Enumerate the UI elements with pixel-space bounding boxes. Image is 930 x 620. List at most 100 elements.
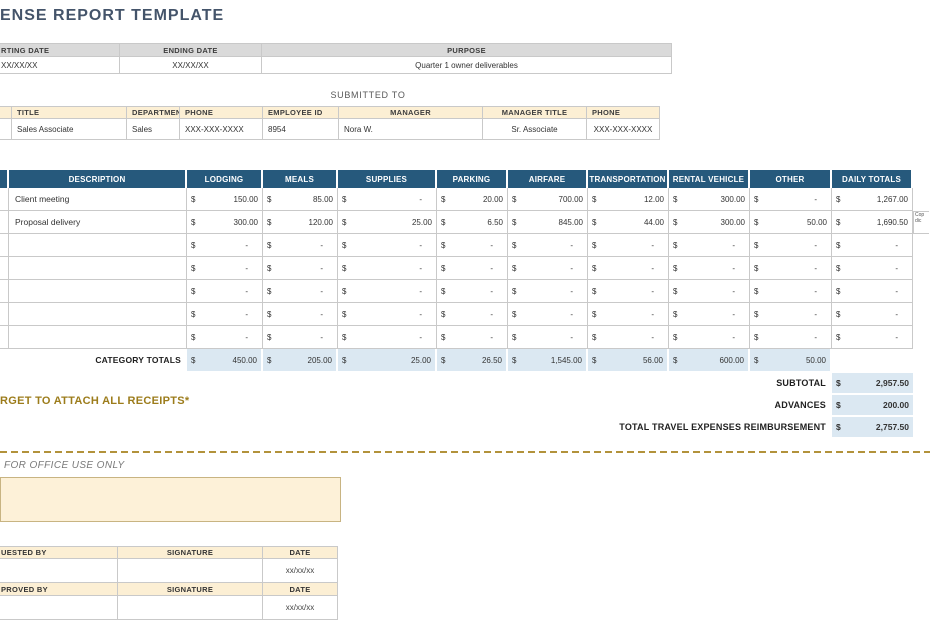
expense-amount-cell[interactable]: $120.00 (263, 211, 338, 234)
expense-amount-cell[interactable]: $- (338, 280, 437, 303)
expense-amount-cell[interactable]: $- (338, 257, 437, 280)
expense-amount-cell[interactable]: $- (832, 280, 913, 303)
expense-description-cell[interactable] (9, 234, 187, 257)
expense-amount-cell[interactable]: $- (508, 326, 588, 349)
starting-date-value[interactable]: XX/XX/XX (0, 57, 120, 74)
department-value[interactable]: Sales (127, 119, 180, 140)
expense-amount-cell[interactable]: $- (832, 257, 913, 280)
expense-amount-cell[interactable]: $450.00 (187, 349, 263, 371)
expense-amount-cell[interactable]: $44.00 (588, 211, 669, 234)
expense-amount-cell[interactable]: $- (263, 303, 338, 326)
expense-amount-cell[interactable]: $- (187, 326, 263, 349)
expense-date-cell[interactable] (0, 188, 9, 211)
expense-amount-cell[interactable]: $- (750, 234, 832, 257)
expense-amount-cell[interactable]: $845.00 (508, 211, 588, 234)
requested-signature-input[interactable] (118, 559, 263, 583)
approved-by-input[interactable] (0, 596, 118, 620)
expense-amount-cell[interactable]: $- (750, 326, 832, 349)
requested-by-input[interactable] (0, 559, 118, 583)
expense-amount-cell[interactable]: $- (750, 257, 832, 280)
expense-amount-cell[interactable]: $85.00 (263, 188, 338, 211)
expense-amount-cell[interactable]: $- (832, 326, 913, 349)
requested-date-value[interactable]: xx/xx/xx (263, 559, 338, 583)
expense-amount-cell[interactable]: $- (263, 280, 338, 303)
expense-date-cell[interactable] (0, 257, 9, 280)
expense-amount-cell[interactable]: $- (437, 234, 508, 257)
expense-amount-cell[interactable]: $- (263, 257, 338, 280)
expense-amount-cell[interactable]: $- (263, 326, 338, 349)
expense-amount-cell[interactable]: $- (832, 303, 913, 326)
ending-date-value[interactable]: XX/XX/XX (120, 57, 262, 74)
expense-amount-cell[interactable]: $- (508, 257, 588, 280)
expense-amount-cell[interactable]: $- (588, 303, 669, 326)
expense-amount-cell[interactable]: $- (750, 188, 832, 211)
manager-title-value[interactable]: Sr. Associate (483, 119, 587, 140)
expense-amount-cell[interactable]: $1,267.00 (832, 188, 913, 211)
expense-amount-cell[interactable]: $50.00 (750, 349, 832, 371)
expense-amount-cell[interactable]: $- (669, 303, 750, 326)
expense-amount-cell[interactable]: $- (187, 280, 263, 303)
expense-amount-cell[interactable]: $300.00 (187, 211, 263, 234)
expense-amount-cell[interactable]: $- (669, 326, 750, 349)
expense-amount-cell[interactable]: $- (187, 257, 263, 280)
expense-amount-cell[interactable]: $300.00 (669, 211, 750, 234)
expense-amount-cell[interactable]: $150.00 (187, 188, 263, 211)
expense-amount-cell[interactable]: $- (750, 280, 832, 303)
expense-amount-cell[interactable]: $- (588, 234, 669, 257)
expense-amount-cell[interactable]: $26.50 (437, 349, 508, 371)
manager-phone-value[interactable]: XXX-XXX-XXXX (587, 119, 660, 140)
expense-amount-cell[interactable]: $- (338, 303, 437, 326)
expense-amount-cell[interactable]: $- (187, 303, 263, 326)
title-value[interactable]: Sales Associate (12, 119, 127, 140)
purpose-value[interactable]: Quarter 1 owner deliverables (262, 57, 672, 74)
expense-amount-cell[interactable]: $56.00 (588, 349, 669, 371)
manager-value[interactable]: Nora W. (339, 119, 483, 140)
expense-description-cell[interactable] (9, 303, 187, 326)
expense-amount-cell[interactable]: $25.00 (338, 211, 437, 234)
expense-amount-cell[interactable]: $- (588, 257, 669, 280)
expense-amount-cell[interactable]: $- (187, 234, 263, 257)
expense-amount-cell[interactable]: $- (338, 326, 437, 349)
advances-value-cell[interactable]: $ 200.00 (832, 395, 913, 415)
expense-date-cell[interactable] (0, 303, 9, 326)
expense-amount-cell[interactable]: $- (832, 234, 913, 257)
expense-amount-cell[interactable]: $20.00 (437, 188, 508, 211)
subtotal-value-cell[interactable]: $ 2,957.50 (832, 373, 913, 393)
expense-amount-cell[interactable]: $- (263, 234, 338, 257)
expense-amount-cell[interactable]: $1,545.00 (508, 349, 588, 371)
expense-description-cell[interactable]: Client meeting (9, 188, 187, 211)
expense-description-cell[interactable] (9, 280, 187, 303)
expense-amount-cell[interactable]: $- (338, 234, 437, 257)
expense-amount-cell[interactable]: $- (588, 280, 669, 303)
expense-amount-cell[interactable]: $- (508, 234, 588, 257)
expense-amount-cell[interactable]: $50.00 (750, 211, 832, 234)
expense-amount-cell[interactable]: $600.00 (669, 349, 750, 371)
expense-description-cell[interactable]: Proposal delivery (9, 211, 187, 234)
employee-id-value[interactable]: 8954 (263, 119, 339, 140)
expense-amount-cell[interactable]: $205.00 (263, 349, 338, 371)
phone-value[interactable]: XXX-XXX-XXXX (180, 119, 263, 140)
expense-amount-cell[interactable]: $25.00 (338, 349, 437, 371)
expense-amount-cell[interactable]: $- (338, 188, 437, 211)
expense-date-cell[interactable] (0, 326, 9, 349)
expense-amount-cell[interactable]: $- (669, 234, 750, 257)
expense-amount-cell[interactable]: $- (508, 303, 588, 326)
expense-amount-cell[interactable]: $- (437, 326, 508, 349)
expense-amount-cell[interactable]: $- (437, 257, 508, 280)
expense-amount-cell[interactable]: $- (669, 280, 750, 303)
expense-amount-cell[interactable]: $- (669, 257, 750, 280)
expense-amount-cell[interactable]: $- (437, 280, 508, 303)
expense-amount-cell[interactable]: $- (750, 303, 832, 326)
expense-description-cell[interactable] (9, 257, 187, 280)
expense-amount-cell[interactable]: $12.00 (588, 188, 669, 211)
expense-amount-cell[interactable]: $- (437, 303, 508, 326)
expense-amount-cell[interactable]: $700.00 (508, 188, 588, 211)
approved-date-value[interactable]: xx/xx/xx (263, 596, 338, 620)
approved-signature-input[interactable] (118, 596, 263, 620)
office-use-input-box[interactable] (0, 477, 341, 522)
expense-amount-cell[interactable]: $- (588, 326, 669, 349)
expense-date-cell[interactable] (0, 234, 9, 257)
total-reimbursement-value-cell[interactable]: $ 2,757.50 (832, 417, 913, 437)
expense-date-cell[interactable] (0, 211, 9, 234)
expense-description-cell[interactable] (9, 326, 187, 349)
